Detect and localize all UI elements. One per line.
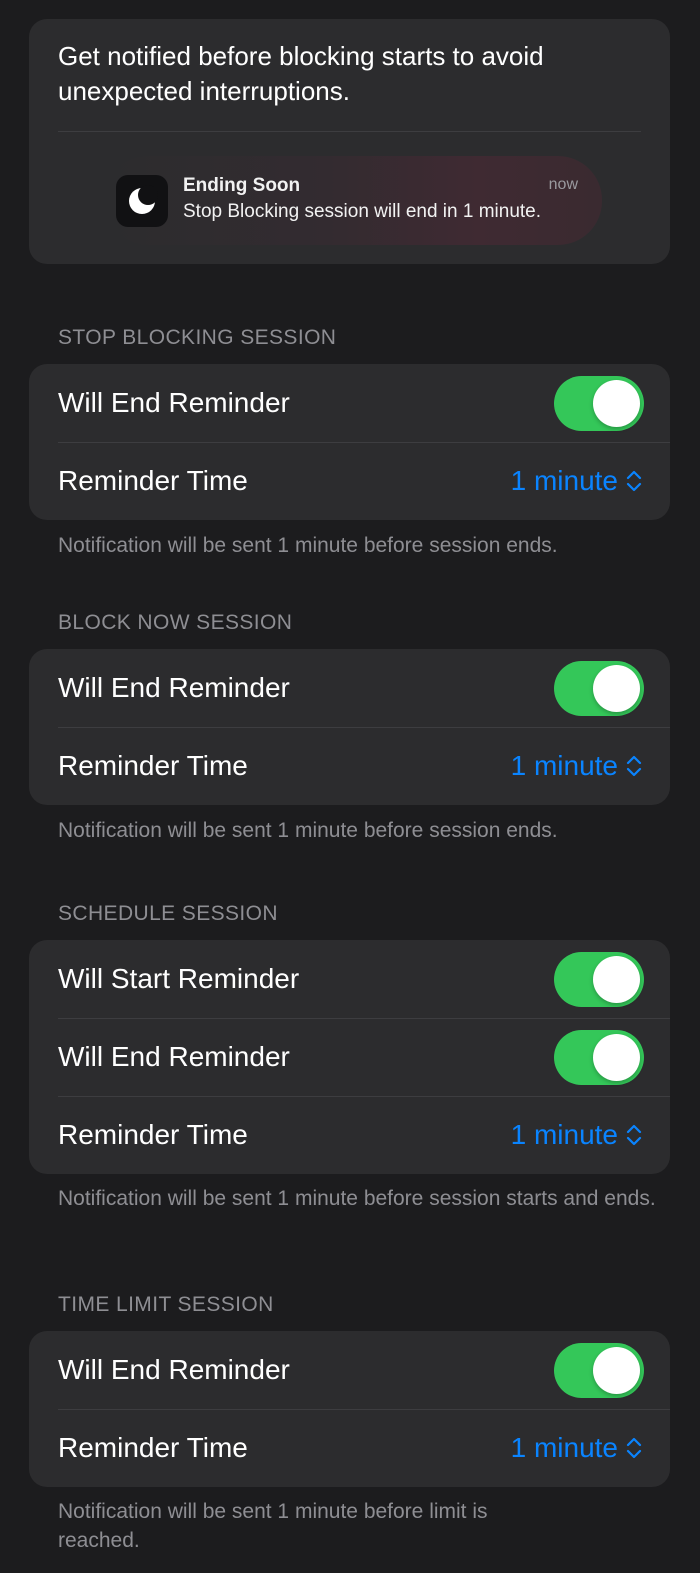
moon-icon [116, 175, 168, 227]
will-end-reminder-row: Will End Reminder [29, 1331, 670, 1409]
will-end-reminder-toggle[interactable] [554, 376, 644, 431]
reminder-time-label: Reminder Time [58, 750, 248, 781]
will-end-reminder-label: Will End Reminder [58, 1041, 290, 1072]
reminder-time-label: Reminder Time [58, 1432, 248, 1463]
toggle-knob [593, 1034, 640, 1081]
toggle-knob [593, 665, 640, 712]
time-limit-footer: Notification will be sent 1 minute befor… [58, 1500, 488, 1552]
reminder-time-picker[interactable]: 1 minute [511, 442, 642, 520]
reminder-time-row: Reminder Time 1 minute [29, 727, 670, 805]
reminder-time-label: Reminder Time [58, 465, 248, 496]
divider [58, 131, 641, 132]
notification-body: Stop Blocking session will end in 1 minu… [183, 201, 542, 222]
will-end-reminder-row: Will End Reminder [29, 1018, 670, 1096]
chevron-up-down-icon [626, 1437, 642, 1459]
schedule-card: Will Start Reminder Will End Reminder Re… [29, 940, 670, 1174]
stop-blocking-card: Will End Reminder Reminder Time 1 minute [29, 364, 670, 520]
will-end-reminder-toggle[interactable] [554, 1030, 644, 1085]
reminder-time-row: Reminder Time 1 minute [29, 1409, 670, 1487]
reminder-time-picker[interactable]: 1 minute [511, 1409, 642, 1487]
schedule-footer: Notification will be sent 1 minute befor… [58, 1187, 656, 1210]
reminder-time-row: Reminder Time 1 minute [29, 1096, 670, 1174]
reminder-time-row: Reminder Time 1 minute [29, 442, 670, 520]
reminder-time-value: 1 minute [510, 750, 618, 781]
intro-card: Get notified before blocking starts to a… [29, 19, 670, 264]
toggle-knob [593, 1347, 640, 1394]
notification-title: Ending Soon [183, 175, 301, 196]
time-limit-card: Will End Reminder Reminder Time 1 minute [29, 1331, 670, 1487]
will-start-reminder-toggle[interactable] [554, 952, 644, 1007]
reminder-time-value: 1 minute [510, 1119, 618, 1150]
reminder-time-value: 1 minute [510, 465, 618, 496]
chevron-up-down-icon [626, 1124, 642, 1146]
section-header-schedule: SCHEDULE SESSION [58, 902, 278, 925]
chevron-up-down-icon [626, 755, 642, 777]
reminder-time-value: 1 minute [510, 1432, 618, 1463]
chevron-up-down-icon [626, 470, 642, 492]
notification-time: now [548, 176, 578, 193]
section-header-time-limit: TIME LIMIT SESSION [58, 1293, 274, 1316]
reminder-time-picker[interactable]: 1 minute [511, 1096, 642, 1174]
toggle-knob [593, 956, 640, 1003]
reminder-time-label: Reminder Time [58, 1119, 248, 1150]
section-header-stop-blocking: STOP BLOCKING SESSION [58, 326, 337, 349]
will-end-reminder-label: Will End Reminder [58, 387, 290, 418]
will-end-reminder-label: Will End Reminder [58, 672, 290, 703]
toggle-knob [593, 380, 640, 427]
will-end-reminder-toggle[interactable] [554, 1343, 644, 1398]
notification-preview: Ending Soon now Stop Blocking session wi… [104, 156, 602, 245]
will-end-reminder-row: Will End Reminder [29, 649, 670, 727]
will-end-reminder-row: Will End Reminder [29, 364, 670, 442]
will-start-reminder-row: Will Start Reminder [29, 940, 670, 1018]
reminder-time-picker[interactable]: 1 minute [511, 727, 642, 805]
block-now-card: Will End Reminder Reminder Time 1 minute [29, 649, 670, 805]
will-end-reminder-toggle[interactable] [554, 661, 644, 716]
section-header-block-now: BLOCK NOW SESSION [58, 611, 293, 634]
stop-blocking-footer: Notification will be sent 1 minute befor… [58, 534, 558, 557]
will-end-reminder-label: Will End Reminder [58, 1354, 290, 1385]
will-start-reminder-label: Will Start Reminder [58, 963, 300, 994]
block-now-footer: Notification will be sent 1 minute befor… [58, 819, 558, 842]
intro-description: Get notified before blocking starts to a… [58, 41, 544, 106]
